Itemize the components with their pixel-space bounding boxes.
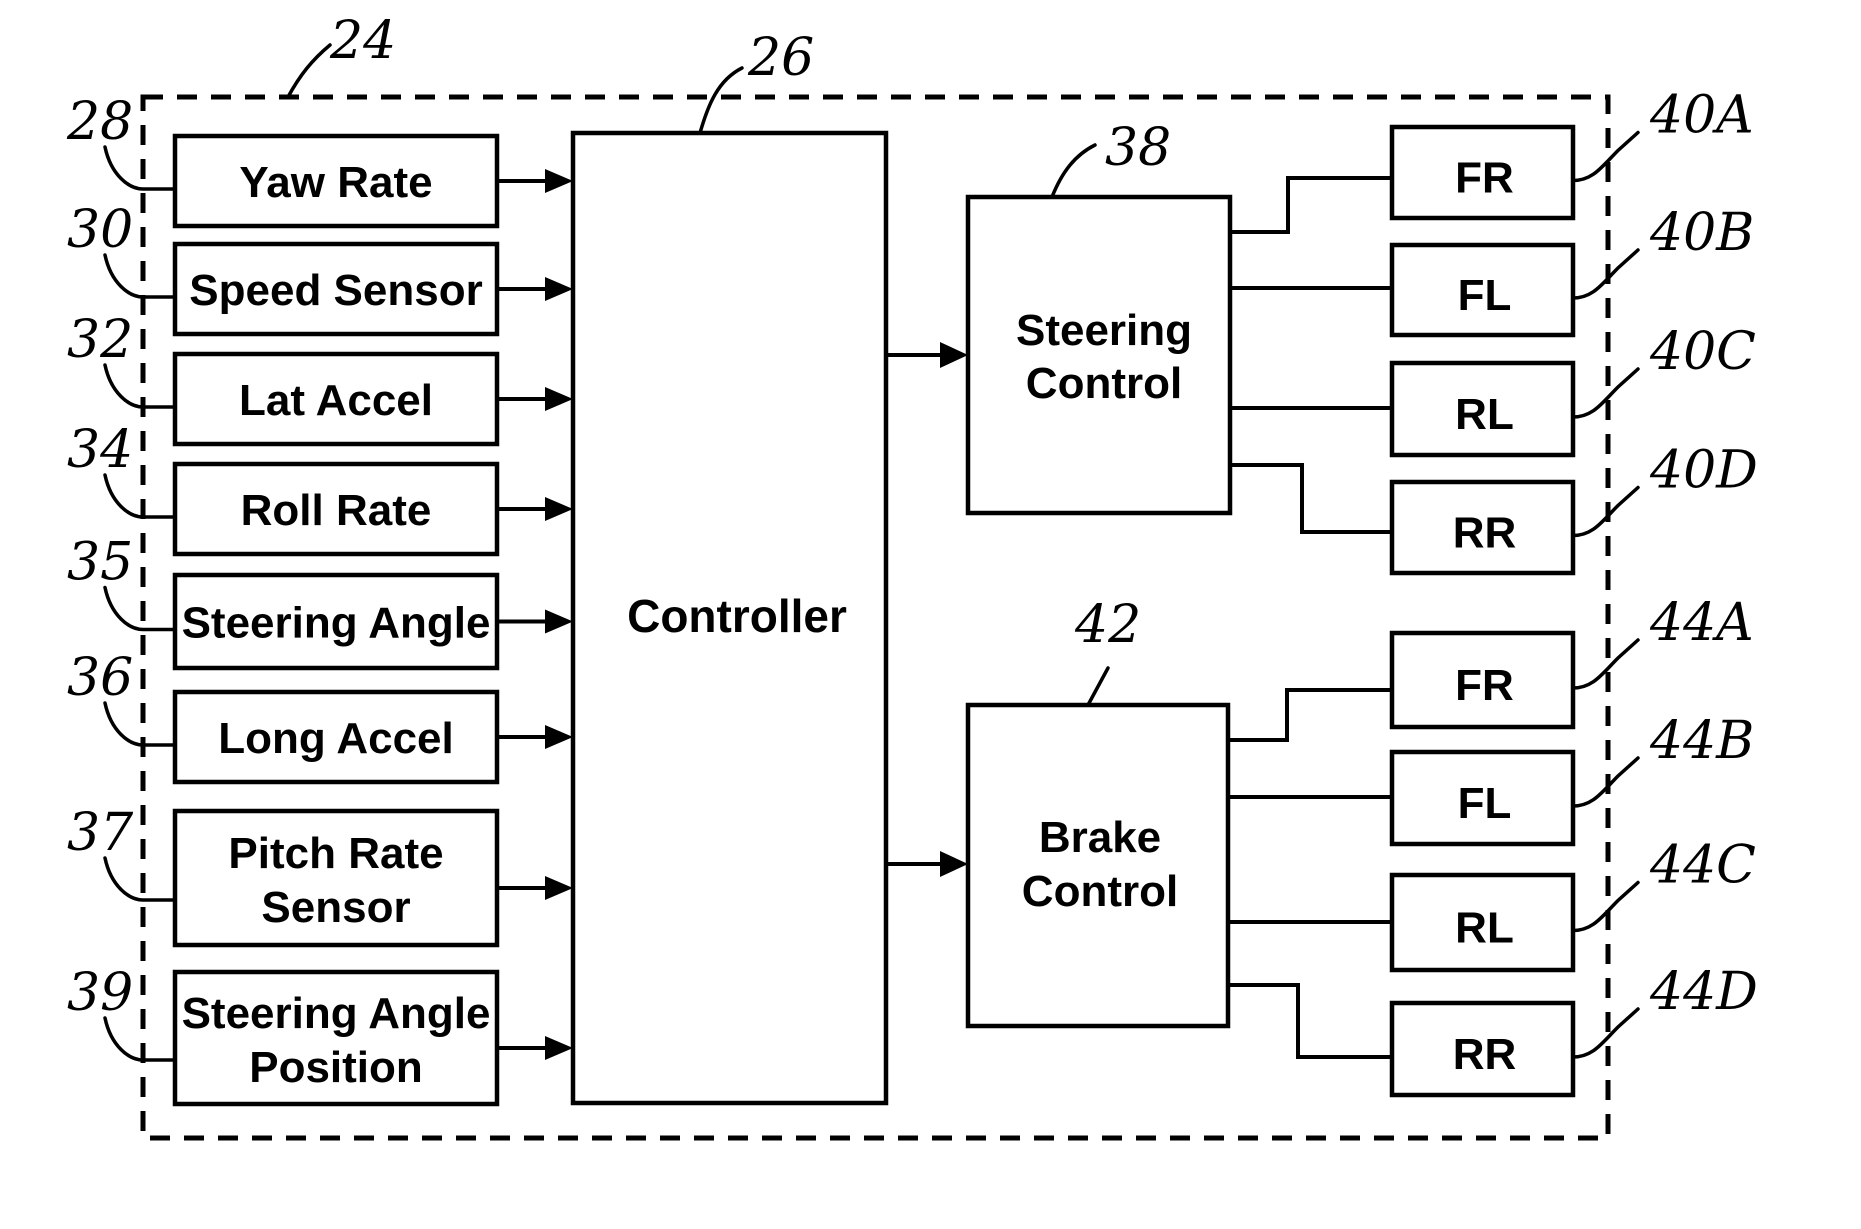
sensor-label-line-2: Position: [249, 1043, 423, 1092]
sensor-label-line-1: Roll Rate: [241, 486, 432, 535]
steering-control-label-line-2: Control: [1026, 359, 1182, 408]
brake-control-label-line-1: Brake: [1039, 813, 1161, 862]
actuator-block: FL 44B: [1228, 711, 1754, 847]
brake-control-label-line-2: Control: [1022, 867, 1178, 916]
sensor-label-line-1: Steering Angle: [182, 599, 491, 648]
actuator-ref-label: 40A: [1649, 86, 1754, 146]
sensor-ref-leader: [103, 585, 177, 632]
arrow-head-icon: [545, 1036, 573, 1060]
system-ref-label: 24: [329, 11, 396, 71]
actuator-block: RL 40C: [1230, 322, 1756, 458]
actuator-block: FL 40B: [1230, 203, 1754, 338]
arrow-head-icon: [545, 876, 573, 900]
steering-control-ref-label: 38: [1105, 118, 1171, 178]
control-to-actuator-wire: [1228, 983, 1392, 1059]
actuator-label: FL: [1458, 779, 1512, 828]
sensor-ref-leader: [103, 253, 177, 299]
sensor-label-line-1: Long Accel: [218, 714, 454, 763]
sensor-ref-leader: [103, 363, 177, 409]
actuator-label: RL: [1455, 390, 1514, 439]
actuator-ref-label: 44A: [1649, 593, 1754, 653]
actuator-ref-label: 44D: [1649, 962, 1758, 1022]
brake-control-ref-label: 42: [1074, 595, 1141, 655]
brake-actuator-group: FR 44A FL 44B RL 44C RR 44D: [1228, 593, 1758, 1098]
control-to-actuator-wire: [1230, 176, 1392, 234]
actuator-label: FR: [1455, 661, 1514, 710]
sensor-label-line-1: Steering Angle: [182, 989, 491, 1038]
system-ref-leader: [286, 43, 332, 99]
arrow-head-icon: [545, 387, 573, 411]
arrow-head-icon: [545, 169, 573, 193]
actuator-block: RR 40D: [1230, 441, 1758, 576]
sensor-ref-leader: [103, 473, 177, 519]
actuator-block: RR 44D: [1228, 962, 1758, 1098]
actuator-label: FL: [1458, 271, 1512, 320]
sensor-ref-label: 34: [67, 420, 133, 480]
controller-ref-leader: [698, 66, 744, 135]
vehicle-control-block-diagram: 24 Yaw Rate 28 Speed Sensor 30 Lat Accel 32 Ro…: [66, 11, 1758, 1141]
controller-to-brake-connector: [886, 851, 968, 877]
sensor-ref-leader: [103, 856, 177, 902]
steering-control-label-line-1: Steering: [1016, 306, 1192, 355]
steering-control-box: [965, 194, 1233, 516]
sensor-label-line-1: Pitch Rate: [228, 829, 443, 878]
actuator-ref-label: 44B: [1649, 711, 1754, 771]
actuator-ref-label: 40B: [1649, 203, 1754, 263]
controller-to-steering-connector: [886, 342, 968, 368]
actuator-block: RL 44C: [1228, 836, 1756, 973]
steering-control-ref-leader: [1050, 143, 1097, 199]
arrow-head-icon: [545, 277, 573, 301]
actuator-label: RR: [1453, 1030, 1517, 1079]
sensor-label-line-1: Lat Accel: [239, 376, 433, 425]
sensor-label-line-2: Sensor: [261, 883, 410, 932]
sensor-ref-label: 30: [67, 200, 133, 260]
sensor-ref-label: 28: [66, 92, 133, 152]
actuator-label: FR: [1455, 154, 1514, 203]
actuator-label: RL: [1455, 904, 1514, 953]
sensor-ref-label: 32: [67, 310, 133, 370]
arrow-head-icon: [940, 851, 968, 877]
brake-control-block: Brake Control 42: [965, 595, 1231, 1029]
controller-ref-label: 26: [747, 28, 814, 88]
controller-block: Controller 26: [570, 28, 889, 1106]
control-to-actuator-wire: [1228, 688, 1392, 742]
actuator-label: RR: [1453, 509, 1517, 558]
sensor-ref-leader: [103, 1016, 177, 1062]
sensor-ref-leader: [103, 701, 177, 747]
arrow-head-icon: [545, 497, 573, 521]
sensor-ref-label: 39: [67, 963, 133, 1023]
steering-control-block: Steering Control 38: [965, 118, 1233, 516]
steering-actuator-group: FR 40A FL 40B RL 40C RR 40D: [1230, 86, 1758, 576]
arrow-head-icon: [545, 609, 573, 634]
arrow-head-icon: [545, 725, 573, 749]
sensor-ref-label: 37: [67, 803, 134, 863]
brake-control-ref-leader: [1086, 666, 1110, 707]
actuator-ref-label: 40D: [1649, 441, 1758, 501]
sensor-ref-label: 36: [67, 648, 133, 708]
controller-label: Controller: [627, 590, 847, 642]
sensor-label-line-1: Speed Sensor: [189, 266, 482, 315]
arrow-head-icon: [940, 342, 968, 368]
actuator-ref-label: 40C: [1649, 322, 1756, 382]
sensor-ref-label: 35: [67, 533, 133, 593]
sensor-label-line-1: Yaw Rate: [239, 158, 432, 207]
brake-control-box: [965, 702, 1231, 1029]
control-to-actuator-wire: [1230, 463, 1392, 534]
sensor-ref-leader: [103, 145, 177, 191]
actuator-ref-label: 44C: [1649, 836, 1756, 896]
